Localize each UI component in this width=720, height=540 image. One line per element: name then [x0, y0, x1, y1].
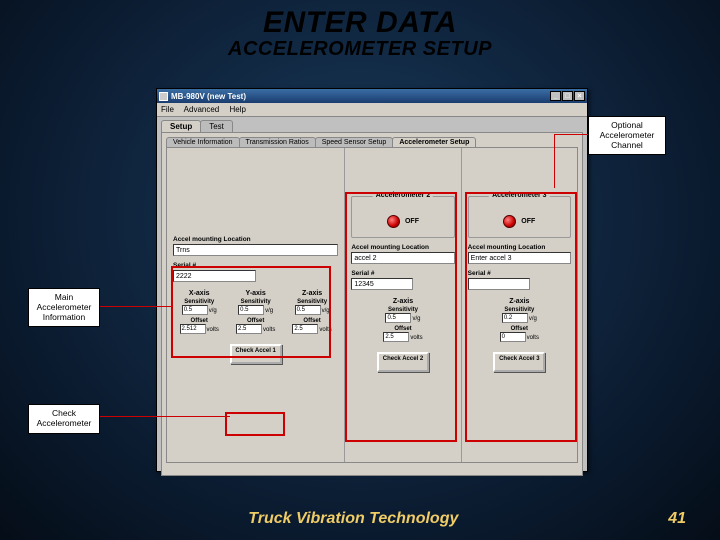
- tab-speed-sensor[interactable]: Speed Sensor Setup: [315, 137, 394, 147]
- check-accel1-button[interactable]: Check Accel 1: [230, 344, 282, 364]
- accel1-x-off[interactable]: 2.512: [180, 324, 206, 334]
- tab-test[interactable]: Test: [200, 120, 233, 132]
- tab-trans-ratios[interactable]: Transmission Ratios: [239, 137, 316, 147]
- axis-z-title: Z-axis: [351, 298, 454, 305]
- label-mount: Accel mounting Location: [173, 236, 338, 243]
- accel3-label: Accelerometer 3: [489, 192, 549, 199]
- leader-line: [554, 134, 555, 188]
- accel3-axes: Z-axis Sensitivity 0.2v/g Offset 0volts: [468, 298, 571, 342]
- maximize-button[interactable]: □: [562, 91, 573, 101]
- accel3-column: Accelerometer 3 OFF Accel mounting Locat…: [462, 148, 577, 462]
- app-icon: [159, 92, 168, 101]
- check-accel2-button[interactable]: Check Accel 2: [377, 352, 429, 372]
- outer-panel: Vehicle Information Transmission Ratios …: [161, 132, 583, 476]
- accel2-z-sens[interactable]: 0.5: [385, 313, 411, 323]
- callout-optional-channel: Optional Accelerometer Channel: [588, 116, 666, 155]
- axis-y-title: Y-axis: [229, 290, 281, 297]
- leader-line: [100, 306, 172, 307]
- accel3-status: OFF: [521, 218, 535, 225]
- accel3-z-sens[interactable]: 0.2: [502, 313, 528, 323]
- axis-x-title: X-axis: [173, 290, 225, 297]
- outer-tabs: Setup Test: [161, 120, 587, 132]
- accel3-mount-input[interactable]: Enter accel 3: [468, 252, 571, 264]
- accel1-column: Accel mounting Location Trns Serial # 22…: [167, 148, 344, 462]
- window-title: MB-980V (new Test): [171, 92, 246, 101]
- label-serial: Serial #: [468, 270, 571, 277]
- page-number: 41: [668, 510, 686, 528]
- callout-check-accel: Check Accelerometer: [28, 404, 100, 434]
- accel2-label: Accelerometer 2: [373, 192, 433, 199]
- callout-main-info: Main Accelerometer Information: [28, 288, 100, 327]
- axis-z-title: Z-axis: [468, 298, 571, 305]
- accel2-mount-input[interactable]: accel 2: [351, 252, 454, 264]
- menubar: File Advanced Help: [157, 103, 587, 117]
- axis-z-title: Z-axis: [286, 290, 338, 297]
- accel1-serial-input[interactable]: 2222: [173, 270, 256, 282]
- titlebar: MB-980V (new Test) _ □ ×: [157, 89, 587, 103]
- minimize-button[interactable]: _: [550, 91, 561, 101]
- accel2-z-off[interactable]: 2.5: [383, 332, 409, 342]
- accel2-group: Accelerometer 2 OFF: [351, 196, 454, 238]
- app-window: MB-980V (new Test) _ □ × File Advanced H…: [156, 88, 588, 472]
- accel3-led-icon[interactable]: [503, 215, 516, 228]
- accel1-x-sens[interactable]: 0.5: [182, 305, 208, 315]
- accel1-z-sens[interactable]: 0.5: [295, 305, 321, 315]
- tab-vehicle-info[interactable]: Vehicle Information: [166, 137, 240, 147]
- label-mount: Accel mounting Location: [351, 244, 454, 251]
- slide-footer: . Truck Vibration Technology 41: [0, 510, 720, 528]
- accel1-y-sens[interactable]: 0.5: [238, 305, 264, 315]
- label-serial: Serial #: [351, 270, 454, 277]
- menu-file[interactable]: File: [161, 105, 174, 114]
- label-mount: Accel mounting Location: [468, 244, 571, 251]
- accel2-serial-input[interactable]: 12345: [351, 278, 413, 290]
- accel3-z-off[interactable]: 0: [500, 332, 526, 342]
- accel2-axes: Z-axis Sensitivity 0.5v/g Offset 2.5volt…: [351, 298, 454, 342]
- leader-line: [554, 134, 588, 135]
- accel1-y-off[interactable]: 2.5: [236, 324, 262, 334]
- leader-line: [100, 416, 230, 417]
- accel1-z-off[interactable]: 2.5: [292, 324, 318, 334]
- accel2-led-icon[interactable]: [387, 215, 400, 228]
- tab-accel-setup[interactable]: Accelerometer Setup: [392, 137, 476, 147]
- accel2-status: OFF: [405, 218, 419, 225]
- menu-advanced[interactable]: Advanced: [184, 105, 220, 114]
- footer-text: Truck Vibration Technology: [248, 510, 458, 528]
- accel2-column: Accelerometer 2 OFF Accel mounting Locat…: [345, 148, 460, 462]
- accel3-serial-input[interactable]: [468, 278, 530, 290]
- check-accel3-button[interactable]: Check Accel 3: [493, 352, 545, 372]
- accel3-group: Accelerometer 3 OFF: [468, 196, 571, 238]
- inner-tabs: Vehicle Information Transmission Ratios …: [162, 133, 582, 147]
- slide-title: ENTER DATA: [0, 6, 720, 40]
- tab-setup[interactable]: Setup: [161, 120, 201, 132]
- accel1-axes: X-axis Sensitivity 0.5v/g Offset 2.512vo…: [173, 290, 338, 334]
- close-button[interactable]: ×: [574, 91, 585, 101]
- menu-help[interactable]: Help: [230, 105, 246, 114]
- accel1-mount-input[interactable]: Trns: [173, 244, 338, 256]
- label-serial: Serial #: [173, 262, 338, 269]
- slide-subtitle: ACCELEROMETER SETUP: [0, 38, 720, 61]
